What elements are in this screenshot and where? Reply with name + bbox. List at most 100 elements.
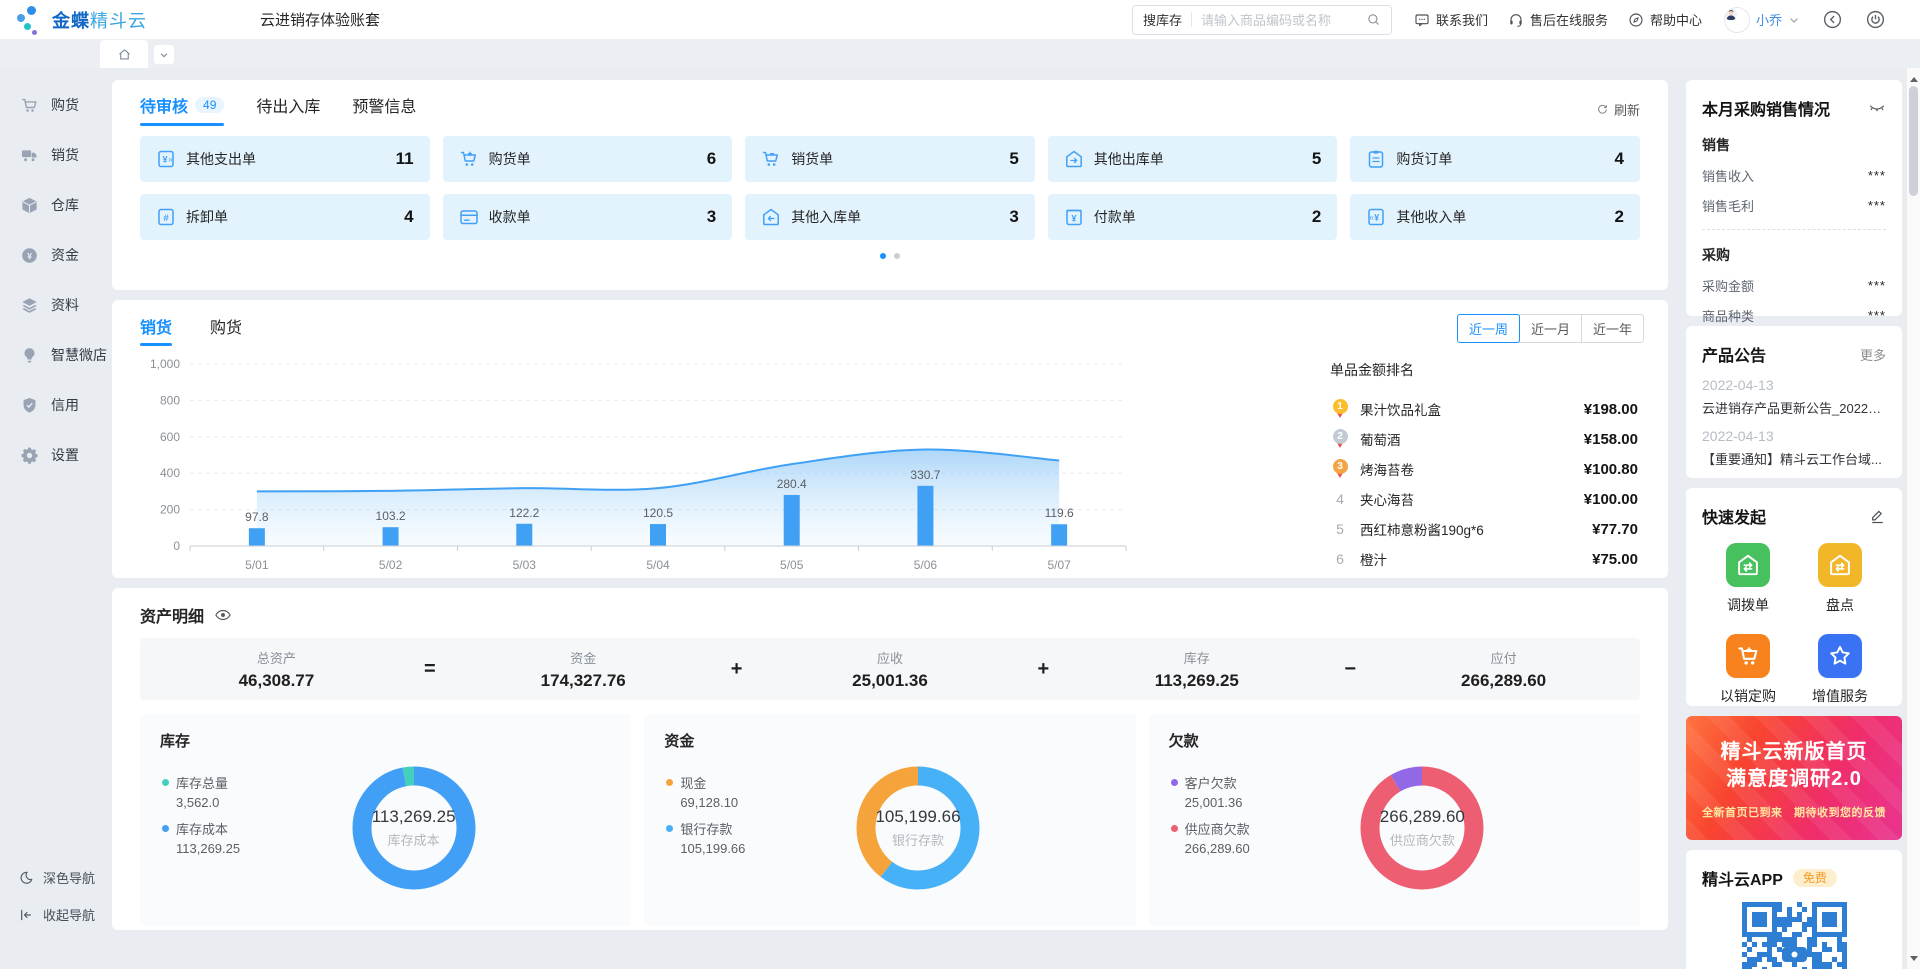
month-section-采购: 采购	[1702, 245, 1886, 265]
house-in-icon	[761, 207, 781, 227]
edit-pencil-icon[interactable]	[1869, 508, 1886, 525]
rank-number: 4	[1330, 491, 1350, 507]
asset-stat-label: 库存	[1060, 648, 1333, 667]
sidebar-footer-收起导航[interactable]: 收起导航	[0, 896, 96, 933]
inventory-search-input[interactable]: 搜库存 请输入商品编码或名称	[1132, 5, 1392, 35]
month-section-销售: 销售	[1702, 135, 1886, 155]
scroll-down-arrow[interactable]	[1907, 953, 1920, 967]
sidebar-item-购货[interactable]: 购货	[0, 80, 96, 130]
assets-panel: 资产明细 总资产46,308.77=资金174,327.76+应收25,001.…	[112, 588, 1668, 930]
scrollbar-thumb[interactable]	[1909, 86, 1918, 196]
bill-card-销货单[interactable]: 销货单5	[745, 136, 1035, 182]
donut-chart-资金: 105,199.66银行存款	[845, 755, 991, 901]
eye-closed-icon[interactable]	[1868, 99, 1886, 117]
legend-value: 69,128.10	[680, 795, 816, 810]
scroll-up-arrow[interactable]	[1907, 70, 1920, 84]
ranking-row[interactable]: 1果汁饮品礼盒¥198.00	[1330, 394, 1638, 424]
tab-list-dropdown[interactable]	[154, 45, 174, 64]
search-scope-label: 搜库存	[1143, 10, 1182, 29]
asset-stat-value: 266,289.60	[1367, 671, 1640, 691]
avatar	[1724, 7, 1750, 33]
todo-tab-待审核[interactable]: 待审核49	[140, 93, 224, 126]
ranking-row[interactable]: 6橙汁¥75.00	[1330, 544, 1638, 574]
refresh-button[interactable]: 刷新	[1596, 100, 1640, 119]
sidebar-item-资料[interactable]: 资料	[0, 280, 96, 330]
sidebar-item-设置[interactable]: 设置	[0, 430, 96, 480]
product-ranking: 单品金额排名 1果汁饮品礼盒¥198.002葡萄酒¥158.003烤海苔卷¥10…	[1330, 360, 1638, 578]
sidebar-item-信用[interactable]: 信用	[0, 380, 96, 430]
home-tab[interactable]	[100, 40, 148, 68]
bill-card-count: 3	[707, 207, 716, 227]
donut-card-欠款: 欠款客户欠款25,001.36供应商欠款266,289.60266,289.60…	[1149, 714, 1640, 926]
assets-formula-bar: 总资产46,308.77=资金174,327.76+应收25,001.36+库存…	[140, 638, 1640, 700]
svg-text:5/06: 5/06	[914, 558, 938, 572]
ranking-row[interactable]: 3烤海苔卷¥100.80	[1330, 454, 1638, 484]
svg-text:400: 400	[160, 466, 180, 480]
sidebar-footer-深色导航[interactable]: 深色导航	[0, 859, 96, 896]
header-link-help[interactable]: 帮助中心	[1628, 10, 1702, 29]
app-header: 金蝶精斗云 云进销存体验账套 搜库存 请输入商品编码或名称 联系我们售后在线服务…	[0, 0, 1920, 40]
asset-stat-应付: 应付266,289.60	[1367, 648, 1640, 691]
logout-power-button[interactable]	[1865, 9, 1886, 30]
bill-card-count: 2	[1312, 207, 1321, 227]
svg-text:¥: ¥	[27, 250, 32, 260]
sidebar-item-label: 资料	[51, 295, 79, 315]
range-button-近一年[interactable]: 近一年	[1581, 314, 1644, 343]
header-link-after-sale[interactable]: 售后在线服务	[1508, 10, 1608, 29]
announcement-item[interactable]: 2022-04-13【重要通知】精斗云工作台域...	[1702, 428, 1886, 468]
todo-tab-待出入库[interactable]: 待出入库	[256, 93, 320, 126]
more-link[interactable]: 更多	[1860, 345, 1886, 364]
range-button-近一周[interactable]: 近一周	[1457, 314, 1520, 343]
legend-label: 库存成本	[176, 819, 228, 838]
survey-promo-banner[interactable]: 精斗云新版首页 满意度调研2.0 全新首页已到来 期待收到您的反馈	[1686, 716, 1902, 840]
user-menu[interactable]: 小乔	[1724, 7, 1800, 33]
sidebar-item-资金[interactable]: ¥资金	[0, 230, 96, 280]
sales-tab-购货[interactable]: 购货	[210, 314, 242, 346]
truck-icon	[20, 146, 39, 165]
bill-card-收款单[interactable]: 收款单3	[443, 194, 733, 240]
carousel-dot-1[interactable]	[880, 253, 886, 259]
asset-stat-库存: 库存113,269.25	[1060, 648, 1333, 691]
compass-icon	[1628, 12, 1644, 28]
eye-open-icon[interactable]	[214, 606, 232, 624]
range-button-近一月[interactable]: 近一月	[1519, 314, 1582, 343]
legend-dot	[666, 825, 673, 832]
sidebar-item-label: 设置	[51, 445, 79, 465]
house-swap-icon	[1818, 543, 1862, 587]
ranking-row[interactable]: 4夹心海苔¥100.00	[1330, 484, 1638, 514]
sidebar-item-label: 购货	[51, 95, 79, 115]
sales-tab-销货[interactable]: 销货	[140, 314, 172, 346]
quick-action-盘点[interactable]: 盘点	[1818, 543, 1862, 615]
bill-card-label: 其他支出单	[186, 149, 256, 169]
quick-action-调拨单[interactable]: 调拨单	[1726, 543, 1770, 615]
quick-action-增值服务[interactable]: 增值服务	[1812, 634, 1868, 706]
app-logo[interactable]: 金蝶精斗云	[0, 5, 242, 35]
bill-card-其他入库单[interactable]: 其他入库单3	[745, 194, 1035, 240]
todo-panel: 待审核49 待出入库预警信息 刷新 ¥»其他支出单11 购货单6 销货单5 其他出库单5…	[112, 80, 1668, 290]
bill-card-其他出库单[interactable]: 其他出库单5	[1048, 136, 1338, 182]
sidebar-item-销货[interactable]: 销货	[0, 130, 96, 180]
todo-tab-预警信息[interactable]: 预警信息	[352, 93, 416, 126]
collapse-icon	[18, 907, 34, 923]
medal-gold-icon: 1	[1330, 399, 1350, 420]
bill-card-其他支出单[interactable]: ¥»其他支出单11	[140, 136, 430, 182]
sidebar-item-仓库[interactable]: 仓库	[0, 180, 96, 230]
asset-stat-资金: 资金174,327.76	[447, 648, 720, 691]
bill-card-购货订单[interactable]: 购货订单4	[1350, 136, 1640, 182]
carousel-dot-2[interactable]	[894, 253, 900, 259]
quick-action-以销定购[interactable]: 以销定购	[1720, 634, 1776, 706]
search-icon[interactable]	[1366, 12, 1381, 27]
bill-card-付款单[interactable]: ¥付款单2	[1048, 194, 1338, 240]
announcement-item[interactable]: 2022-04-13云进销存产品更新公告_20220...	[1702, 377, 1886, 417]
dashed-divider	[1702, 229, 1886, 230]
sidebar-footer-label: 收起导航	[43, 905, 95, 924]
bill-card-其他收入单[interactable]: ¥«其他收入单2	[1350, 194, 1640, 240]
ranking-row[interactable]: 2葡萄酒¥158.00	[1330, 424, 1638, 454]
header-link-contact[interactable]: 联系我们	[1414, 10, 1488, 29]
back-button[interactable]	[1822, 9, 1843, 30]
bill-card-购货单[interactable]: 购货单6	[443, 136, 733, 182]
date-range-group: 近一周近一月近一年	[1457, 314, 1644, 343]
sidebar-item-智慧微店[interactable]: 智慧微店	[0, 330, 96, 380]
ranking-row[interactable]: 5西红柿意粉酱190g*6¥77.70	[1330, 514, 1638, 544]
bill-card-拆卸单[interactable]: #拆卸单4	[140, 194, 430, 240]
